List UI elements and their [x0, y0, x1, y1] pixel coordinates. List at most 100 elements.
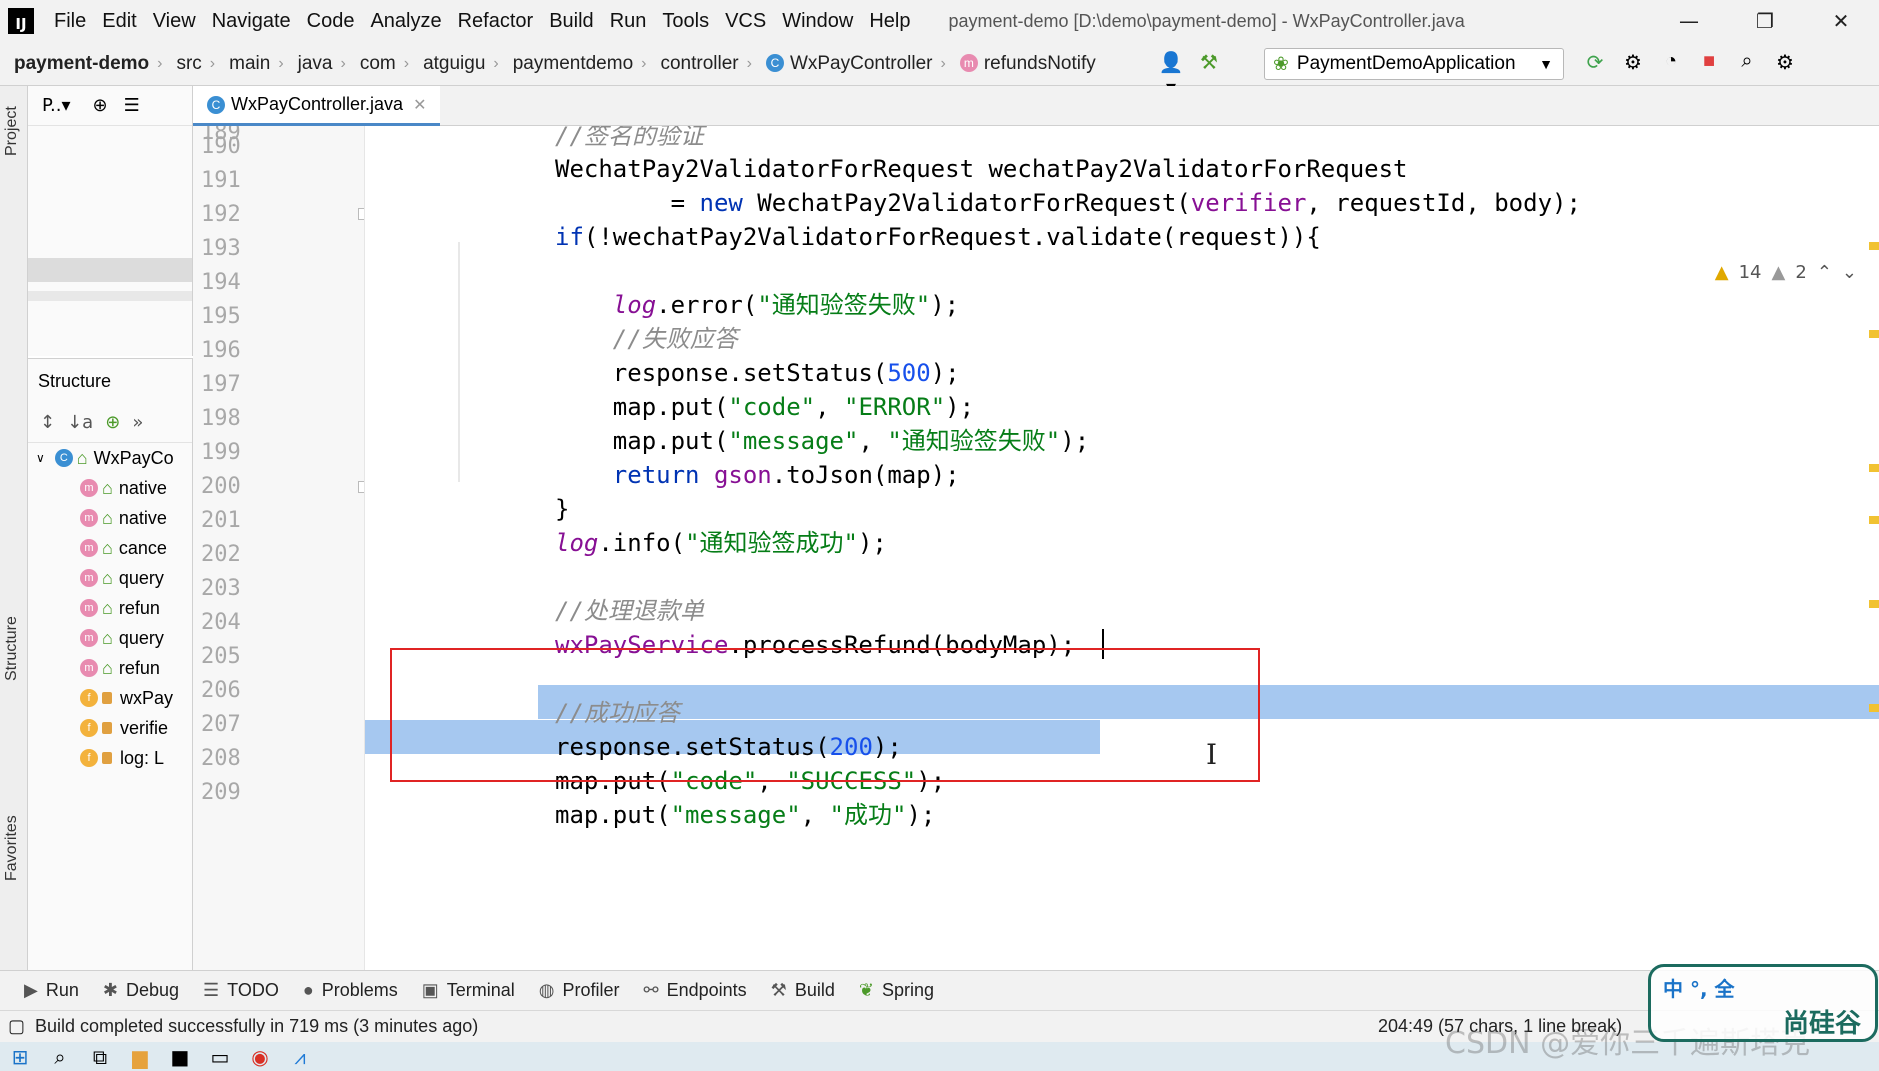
close-icon[interactable]: ✕	[413, 95, 426, 115]
chevron-right-icon: ›	[209, 54, 216, 72]
crumb-java[interactable]: java	[298, 53, 333, 75]
list-item[interactable]: m ⌂ native	[28, 473, 192, 503]
intellij-taskbar-icon[interactable]: ■	[160, 1045, 200, 1069]
project-horizontal-scrollbar[interactable]	[28, 291, 192, 301]
locate-icon[interactable]: ⊕	[93, 95, 108, 116]
profiler-icon[interactable]: ◔	[1656, 50, 1686, 78]
list-item[interactable]: f wxPay	[28, 683, 192, 713]
list-item[interactable]: m ⌂ refun	[28, 653, 192, 683]
cmd-icon[interactable]: ▭	[200, 1045, 240, 1069]
project-view-select[interactable]: P..▾	[42, 95, 71, 116]
spring-tool-button[interactable]: ❦ Spring	[859, 980, 934, 1001]
menu-window[interactable]: Window	[782, 10, 853, 33]
search-icon[interactable]: ⌕	[1732, 50, 1762, 78]
maximize-icon[interactable]: ❐	[1727, 9, 1803, 33]
task-view-icon[interactable]: ⧉	[80, 1045, 120, 1069]
menu-analyze[interactable]: Analyze	[370, 10, 441, 33]
list-item[interactable]: m ⌂ cance	[28, 533, 192, 563]
terminal-tool-button[interactable]: ▣ Terminal	[422, 980, 515, 1001]
menu-navigate[interactable]: Navigate	[212, 10, 291, 33]
fold-marker-icon[interactable]	[358, 481, 364, 493]
list-item[interactable]: m ⌂ native	[28, 503, 192, 533]
structure-root-label: WxPayCo	[93, 447, 174, 468]
tab-label: WxPayController.java	[231, 94, 404, 114]
crumb-main[interactable]: main	[229, 53, 270, 75]
settings-icon[interactable]: ⚙	[1770, 50, 1800, 78]
structure-tool-button[interactable]: Structure	[3, 616, 21, 681]
menu-refactor[interactable]: Refactor	[458, 10, 534, 33]
stop-icon[interactable]: ■	[1694, 50, 1724, 78]
project-tool-button[interactable]: Project	[3, 106, 21, 156]
vscode-icon[interactable]: ⩘	[280, 1045, 320, 1069]
sort-by-visibility-icon[interactable]: ↕	[40, 412, 55, 433]
hammer-icon: ⚒	[770, 980, 787, 1000]
code-editor[interactable]: //签名的验证 WechatPay2ValidatorForRequest we…	[365, 126, 1879, 970]
inspection-widget[interactable]: ▲ 14 ▲ 2 ⌃ ⌄	[1715, 262, 1857, 283]
list-item-label: cance	[118, 537, 167, 558]
search-icon[interactable]: ⌕	[40, 1045, 80, 1069]
code-line: log.info("通知验签成功");	[555, 529, 887, 557]
rerun-icon[interactable]: ⟳	[1580, 50, 1610, 78]
minimize-icon[interactable]: —	[1651, 9, 1727, 33]
more-icon[interactable]: »	[132, 412, 143, 433]
menu-vcs[interactable]: VCS	[725, 10, 766, 33]
chevron-down-icon: ▼	[1539, 56, 1553, 72]
show-inherited-icon[interactable]: ⊕	[105, 412, 120, 433]
code-line: if(!wechatPay2ValidatorForRequest.valida…	[555, 223, 1321, 251]
endpoints-tool-button[interactable]: ⚯ Endpoints	[644, 980, 747, 1001]
crumb-controller[interactable]: controller	[660, 53, 738, 75]
user-dropdown-icon[interactable]: 👤▾	[1156, 50, 1186, 99]
close-window-icon[interactable]: ✕	[1803, 9, 1879, 33]
debug-tool-button[interactable]: ✱ Debug	[103, 980, 179, 1001]
sort-alphabetically-icon[interactable]: ↓a	[67, 412, 93, 433]
run-tool-button[interactable]: ▶ Run	[24, 980, 79, 1001]
ime-indicator: 中 °, 全	[1663, 977, 1735, 1001]
windows-start-icon[interactable]: ⊞	[0, 1045, 40, 1069]
chrome-icon[interactable]: ◉	[240, 1045, 280, 1069]
crumb-src[interactable]: src	[176, 53, 201, 75]
hammer-icon[interactable]: ⚒	[1194, 50, 1224, 78]
file-explorer-icon[interactable]: ▆	[120, 1045, 160, 1069]
tool-label: Profiler	[562, 980, 620, 1000]
fold-marker-icon[interactable]	[358, 208, 364, 220]
crumb-com[interactable]: com	[360, 53, 396, 75]
structure-root[interactable]: ∨ C ⌂ WxPayCo	[28, 443, 192, 473]
line-number: 195	[201, 304, 241, 329]
build-tool-button[interactable]: ⚒ Build	[771, 980, 835, 1001]
list-item[interactable]: f verifie	[28, 713, 192, 743]
debug-icon[interactable]: ⚙	[1618, 50, 1648, 78]
toggle-tool-windows-icon[interactable]: ▢	[8, 1016, 25, 1037]
menu-view[interactable]: View	[153, 10, 196, 33]
menu-code[interactable]: Code	[307, 10, 355, 33]
list-item[interactable]: m ⌂ query	[28, 623, 192, 653]
crumb-atguigu[interactable]: atguigu	[423, 53, 485, 75]
line-number: 205	[201, 644, 241, 669]
menu-help[interactable]: Help	[869, 10, 910, 33]
public-icon: ⌂	[102, 597, 113, 618]
status-message[interactable]: Build completed successfully in 719 ms (…	[35, 1016, 478, 1037]
menu-edit[interactable]: Edit	[102, 10, 136, 33]
problems-tool-button[interactable]: ● Problems	[303, 980, 398, 1001]
list-item[interactable]: f log: L	[28, 743, 192, 773]
chevron-down-icon[interactable]: ⌄	[1842, 262, 1857, 283]
crumb-method[interactable]: m refundsNotify	[959, 53, 1096, 75]
todo-tool-button[interactable]: ☰ TODO	[203, 980, 279, 1001]
run-configuration-select[interactable]: ❀ PaymentDemoApplication ▼	[1264, 48, 1564, 80]
menu-tools[interactable]: Tools	[662, 10, 709, 33]
crumb-class[interactable]: C WxPayController	[765, 53, 933, 75]
collapse-icon[interactable]: ☰	[124, 95, 140, 116]
profiler-tool-button[interactable]: ◍ Profiler	[539, 980, 620, 1001]
menu-build[interactable]: Build	[549, 10, 593, 33]
chevron-up-icon[interactable]: ⌃	[1817, 262, 1832, 283]
crumb-project[interactable]: payment-demo	[14, 53, 149, 75]
tool-label: Run	[45, 980, 79, 1000]
list-item[interactable]: m ⌂ refun	[28, 593, 192, 623]
project-tree-selection	[28, 258, 192, 282]
favorites-tool-button[interactable]: Favorites	[3, 815, 21, 881]
tool-label: Problems	[321, 980, 398, 1000]
tab-wxpaycontroller[interactable]: C WxPayController.java ✕	[193, 86, 441, 126]
menu-file[interactable]: File	[54, 10, 86, 33]
list-item[interactable]: m ⌂ query	[28, 563, 192, 593]
menu-run[interactable]: Run	[610, 10, 647, 33]
crumb-paymentdemo[interactable]: paymentdemo	[513, 53, 633, 75]
